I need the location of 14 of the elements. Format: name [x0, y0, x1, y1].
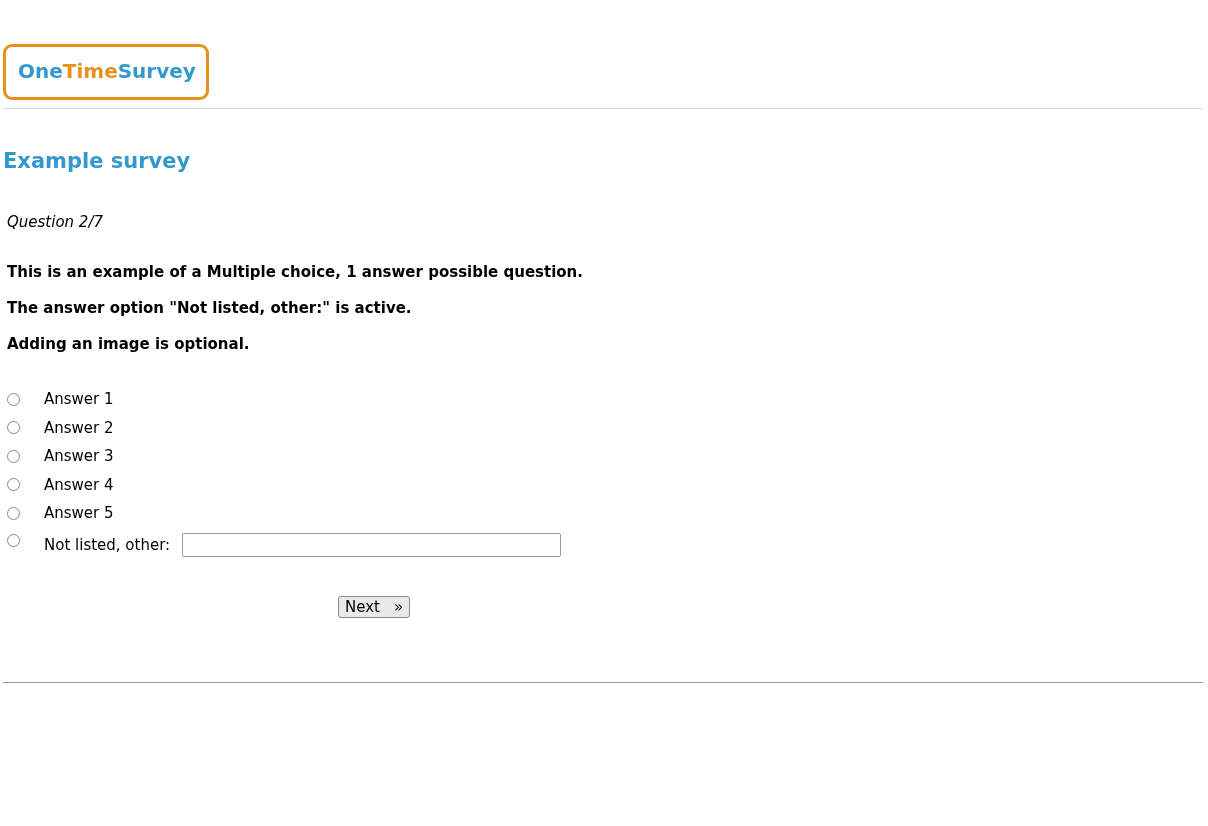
- question-text: This is an example of a Multiple choice, 1 answer possible question.: [7, 263, 584, 281]
- logo: OneTimeSurvey: [3, 44, 209, 100]
- question-text: Adding an image is optional.: [7, 335, 251, 353]
- option-label: Answer 1: [44, 390, 114, 409]
- question-counter: Question 2/7: [7, 213, 104, 231]
- option-label: Answer 4: [44, 475, 114, 494]
- question-text: The answer option "Not listed, other:" is active.: [7, 299, 413, 317]
- option-label: Answer 3: [44, 447, 114, 466]
- other-answer-field[interactable]: [182, 532, 562, 557]
- option-label: Answer 5: [44, 504, 114, 523]
- option-label: Answer 2: [44, 418, 114, 437]
- next-button[interactable]: Next »: [338, 595, 411, 618]
- survey-title: Example survey: [3, 149, 192, 173]
- option-label: Not listed, other:: [44, 535, 171, 554]
